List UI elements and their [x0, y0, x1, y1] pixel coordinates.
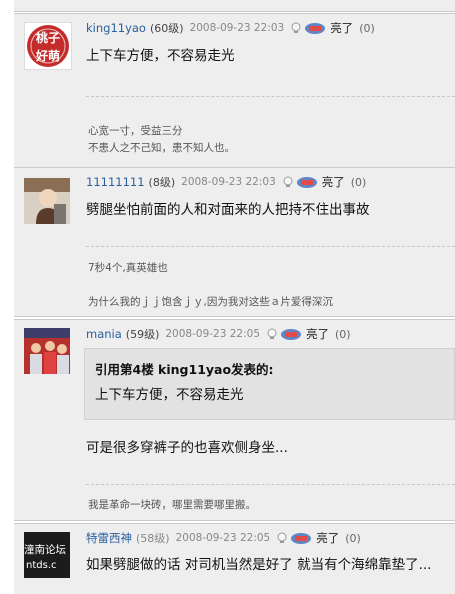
- username-link[interactable]: 特雷西神: [86, 530, 132, 546]
- quote-block: 引用第4楼 king11yao发表的: 上下车方便，不容易走光: [84, 348, 455, 420]
- liang-button[interactable]: 亮了: [330, 20, 353, 36]
- avatar[interactable]: [24, 178, 70, 224]
- post-header: 特雷西神 (58级) 2008-09-23 22:05 亮了 (0): [86, 530, 455, 546]
- avatar-text-bottom: 好萌: [35, 49, 60, 63]
- signature-line: 不患人之不己知，患不知人也。: [88, 142, 235, 154]
- lightbulb-icon[interactable]: [276, 532, 288, 544]
- liang-count: (0): [359, 21, 375, 35]
- liang-count: (0): [350, 175, 367, 189]
- username-link[interactable]: king11yao: [86, 21, 146, 35]
- avatar-text-bottom: ntds.c: [26, 560, 57, 571]
- user-level: (8级): [148, 176, 176, 189]
- lightbulb-icon[interactable]: [290, 22, 302, 34]
- avatar[interactable]: 桃子 好萌: [24, 22, 72, 70]
- user-level: (60级): [149, 22, 184, 35]
- thread-page: 桃子 好萌 king11yao (60级) 2008-09-23 22:03 亮…: [0, 0, 455, 594]
- post-date: 2008-09-23 22:05: [165, 328, 260, 340]
- rate-badge-icon[interactable]: [304, 22, 326, 35]
- quote-title: 引用第4楼 king11yao发表的:: [95, 362, 274, 377]
- post-header: 11111111 (8级) 2008-09-23 22:03 亮了 (0): [86, 174, 455, 190]
- lightbulb-icon[interactable]: [282, 176, 294, 188]
- signature-line: 我是革命一块砖，哪里需要哪里搬。: [88, 499, 256, 511]
- lightbulb-icon[interactable]: [266, 328, 278, 340]
- post-header: mania (59级) 2008-09-23 22:05 亮了 (0): [86, 326, 455, 342]
- post-content: 上下车方便，不容易走光: [86, 48, 235, 64]
- avatar-text-top: 桃子: [35, 31, 60, 45]
- username-link[interactable]: 11111111: [86, 175, 145, 189]
- liang-count: (0): [335, 327, 351, 341]
- post-content: 如果劈腿做的话 对司机当然是好了 就当有个海绵靠垫了...: [86, 557, 432, 573]
- liang-button[interactable]: 亮了: [322, 174, 345, 190]
- signature-line: 心宽一寸，受益三分: [88, 125, 183, 137]
- post-reply: mania (59级) 2008-09-23 22:05 亮了 (0) 引用第4…: [14, 319, 455, 521]
- rate-badge-icon[interactable]: [280, 328, 302, 341]
- signature-divider: [86, 246, 455, 247]
- rate-badge-icon[interactable]: [296, 176, 318, 189]
- liang-button[interactable]: 亮了: [306, 326, 329, 342]
- post-date: 2008-09-23 22:03: [189, 22, 285, 34]
- signature-divider: [86, 484, 455, 485]
- username-link[interactable]: mania: [86, 327, 122, 341]
- user-level: (58级): [136, 532, 170, 545]
- post-reply: 桃子 好萌 king11yao (60级) 2008-09-23 22:03 亮…: [14, 13, 455, 171]
- team-avatar-image: [24, 328, 70, 374]
- post-header: king11yao (60级) 2008-09-23 22:03 亮了 (0): [86, 20, 455, 36]
- previous-post-edge: [14, 0, 455, 12]
- avatar[interactable]: [24, 328, 70, 374]
- liang-button[interactable]: 亮了: [316, 530, 339, 546]
- post-date: 2008-09-23 22:05: [175, 532, 271, 544]
- person-avatar-image: [24, 178, 70, 224]
- quote-content: 上下车方便，不容易走光: [95, 387, 244, 403]
- signature-line: 7秒4个,真英雄也: [88, 262, 168, 274]
- liang-count: (0): [345, 531, 361, 545]
- user-level: (59级): [125, 328, 160, 341]
- post-content: 劈腿坐怕前面的人和对面来的人把持不住出事故: [86, 202, 370, 218]
- post-content: 可是很多穿裤子的也喜欢侧身坐...: [86, 440, 288, 456]
- signature-line: 为什么我的ｊｊ饱含ｊｙ,因为我对这些ａ片爱得深沉: [88, 296, 333, 308]
- signature-divider: [86, 96, 455, 97]
- post-reply: 11111111 (8级) 2008-09-23 22:03 亮了 (0) 劈腿…: [14, 167, 455, 317]
- post-reply: 潼南论坛 ntds.c 特雷西神 (58级) 2008-09-23 22:05 …: [14, 523, 455, 594]
- post-date: 2008-09-23 22:03: [181, 176, 276, 188]
- rate-badge-icon[interactable]: [290, 532, 312, 545]
- avatar[interactable]: 潼南论坛 ntds.c: [24, 532, 70, 578]
- avatar-text-top: 潼南论坛: [24, 544, 66, 556]
